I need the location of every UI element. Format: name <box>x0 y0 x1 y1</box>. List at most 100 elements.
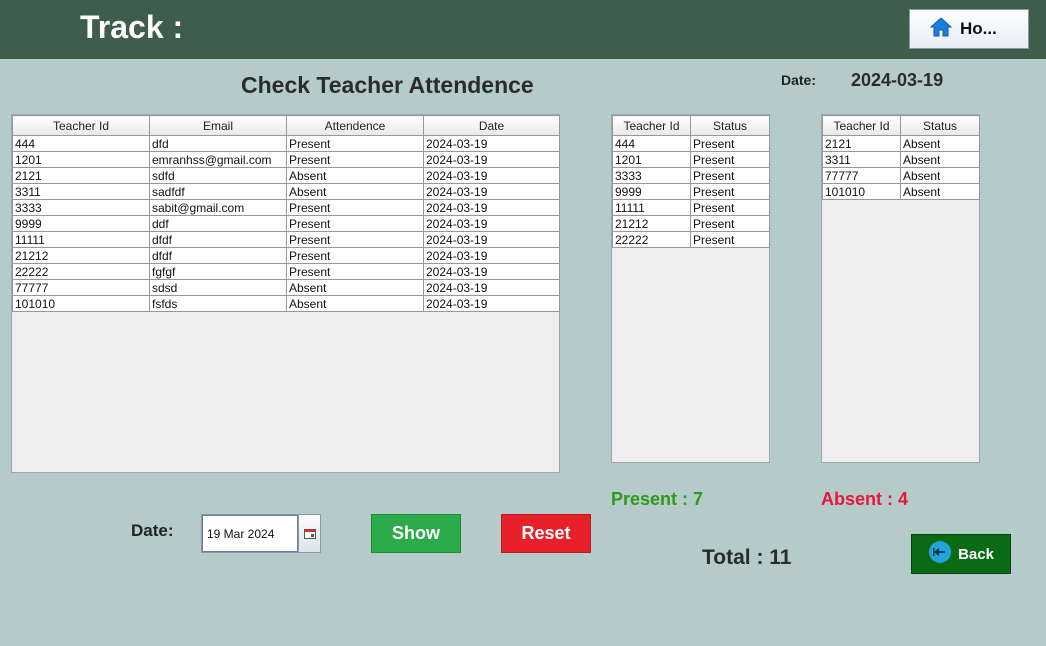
table-row[interactable]: 444 dfd Present 2024-03-19 <box>12 135 560 152</box>
table-cell[interactable]: 3311 <box>12 183 150 200</box>
table-cell[interactable]: 2024-03-19 <box>423 247 560 264</box>
absent-table-panel[interactable]: Teacher Id Status 2121 Absent 3311 Absent 777… <box>821 114 980 463</box>
table-cell[interactable]: Absent <box>286 279 424 296</box>
table-row[interactable]: 11111 Present <box>612 199 770 216</box>
table-cell[interactable]: 2024-03-19 <box>423 151 560 168</box>
table-cell[interactable]: 2024-03-19 <box>423 167 560 184</box>
table-cell[interactable]: 2024-03-19 <box>423 215 560 232</box>
table-cell[interactable]: Present <box>690 199 770 216</box>
table-cell[interactable]: 1201 <box>12 151 150 168</box>
table-cell[interactable]: 1201 <box>612 151 691 168</box>
column-header[interactable]: Teacher Id <box>822 115 901 136</box>
show-button[interactable]: Show <box>371 514 461 553</box>
table-cell[interactable]: Absent <box>900 183 980 200</box>
table-cell[interactable]: Present <box>690 215 770 232</box>
table-cell[interactable]: Present <box>690 167 770 184</box>
table-row[interactable]: 11111 dfdf Present 2024-03-19 <box>12 231 560 248</box>
calendar-button[interactable] <box>298 515 320 552</box>
table-cell[interactable]: Present <box>286 231 424 248</box>
table-cell[interactable]: Absent <box>900 135 980 152</box>
table-cell[interactable]: Present <box>286 135 424 152</box>
column-header[interactable]: Teacher Id <box>612 115 691 136</box>
date-input[interactable] <box>202 515 298 552</box>
table-cell[interactable]: 77777 <box>12 279 150 296</box>
table-cell[interactable]: 3333 <box>612 167 691 184</box>
table-cell[interactable]: 3333 <box>12 199 150 216</box>
table-row[interactable]: 444 Present <box>612 135 770 152</box>
table-row[interactable]: 21212 Present <box>612 215 770 232</box>
table-cell[interactable]: ddf <box>149 215 287 232</box>
home-button[interactable]: Ho... <box>909 9 1029 49</box>
table-cell[interactable]: 2121 <box>822 135 901 152</box>
table-row[interactable]: 77777 sdsd Absent 2024-03-19 <box>12 279 560 296</box>
absent-table[interactable]: Teacher Id Status 2121 Absent 3311 Absent 777… <box>822 115 980 200</box>
table-cell[interactable]: Present <box>286 151 424 168</box>
table-cell[interactable]: 2024-03-19 <box>423 295 560 312</box>
present-table[interactable]: Teacher Id Status 444 Present 1201 Present 33… <box>612 115 770 248</box>
column-header[interactable]: Status <box>900 115 980 136</box>
table-row[interactable]: 22222 fgfgf Present 2024-03-19 <box>12 263 560 280</box>
table-cell[interactable]: sdfd <box>149 167 287 184</box>
table-cell[interactable]: 2024-03-19 <box>423 135 560 152</box>
column-header[interactable]: Email <box>149 115 287 136</box>
table-cell[interactable]: 2024-03-19 <box>423 199 560 216</box>
table-cell[interactable]: 2024-03-19 <box>423 263 560 280</box>
table-cell[interactable]: Present <box>286 263 424 280</box>
table-row[interactable]: 3311 sadfdf Absent 2024-03-19 <box>12 183 560 200</box>
attendance-table[interactable]: Teacher Id Email Attendence Date 444 dfd Pres… <box>12 115 560 312</box>
table-row[interactable]: 3311 Absent <box>822 151 980 168</box>
table-cell[interactable]: 2121 <box>12 167 150 184</box>
table-cell[interactable]: 21212 <box>12 247 150 264</box>
table-row[interactable]: 77777 Absent <box>822 167 980 184</box>
table-cell[interactable]: Present <box>690 231 770 248</box>
table-row[interactable]: 9999 ddf Present 2024-03-19 <box>12 215 560 232</box>
table-cell[interactable]: Absent <box>900 167 980 184</box>
table-cell[interactable]: Present <box>286 247 424 264</box>
table-cell[interactable]: 101010 <box>12 295 150 312</box>
table-cell[interactable]: Absent <box>286 295 424 312</box>
column-header[interactable]: Status <box>690 115 770 136</box>
table-row[interactable]: 101010 fsfds Absent 2024-03-19 <box>12 295 560 312</box>
table-cell[interactable]: dfd <box>149 135 287 152</box>
table-cell[interactable]: 11111 <box>612 199 691 216</box>
table-cell[interactable]: 2024-03-19 <box>423 231 560 248</box>
table-cell[interactable]: fgfgf <box>149 263 287 280</box>
table-cell[interactable]: Present <box>690 151 770 168</box>
table-cell[interactable]: 22222 <box>612 231 691 248</box>
table-cell[interactable]: 444 <box>12 135 150 152</box>
table-cell[interactable]: 77777 <box>822 167 901 184</box>
back-button[interactable]: Back <box>911 534 1011 574</box>
table-cell[interactable]: 11111 <box>12 231 150 248</box>
table-cell[interactable]: dfdf <box>149 231 287 248</box>
table-cell[interactable]: Present <box>690 183 770 200</box>
table-row[interactable]: 2121 sdfd Absent 2024-03-19 <box>12 167 560 184</box>
table-cell[interactable]: 2024-03-19 <box>423 279 560 296</box>
table-cell[interactable]: 9999 <box>612 183 691 200</box>
table-row[interactable]: 1201 Present <box>612 151 770 168</box>
column-header[interactable]: Attendence <box>286 115 424 136</box>
table-cell[interactable]: 444 <box>612 135 691 152</box>
column-header[interactable]: Teacher Id <box>12 115 150 136</box>
present-table-panel[interactable]: Teacher Id Status 444 Present 1201 Present 33… <box>611 114 770 463</box>
table-cell[interactable]: sabit@gmail.com <box>149 199 287 216</box>
table-cell[interactable]: 21212 <box>612 215 691 232</box>
table-cell[interactable]: dfdf <box>149 247 287 264</box>
table-cell[interactable]: Present <box>286 215 424 232</box>
table-cell[interactable]: Present <box>286 199 424 216</box>
table-cell[interactable]: sadfdf <box>149 183 287 200</box>
table-cell[interactable]: 3311 <box>822 151 901 168</box>
table-cell[interactable]: fsfds <box>149 295 287 312</box>
table-cell[interactable]: sdsd <box>149 279 287 296</box>
table-cell[interactable]: emranhss@gmail.com <box>149 151 287 168</box>
table-cell[interactable]: Present <box>690 135 770 152</box>
attendance-table-panel[interactable]: Teacher Id Email Attendence Date 444 dfd Pres… <box>11 114 560 473</box>
table-row[interactable]: 3333 Present <box>612 167 770 184</box>
table-cell[interactable]: 22222 <box>12 263 150 280</box>
table-row[interactable]: 101010 Absent <box>822 183 980 200</box>
table-cell[interactable]: Absent <box>286 183 424 200</box>
table-cell[interactable]: 9999 <box>12 215 150 232</box>
table-row[interactable]: 9999 Present <box>612 183 770 200</box>
table-row[interactable]: 1201 emranhss@gmail.com Present 2024-03-19 <box>12 151 560 168</box>
table-row[interactable]: 21212 dfdf Present 2024-03-19 <box>12 247 560 264</box>
table-cell[interactable]: 101010 <box>822 183 901 200</box>
